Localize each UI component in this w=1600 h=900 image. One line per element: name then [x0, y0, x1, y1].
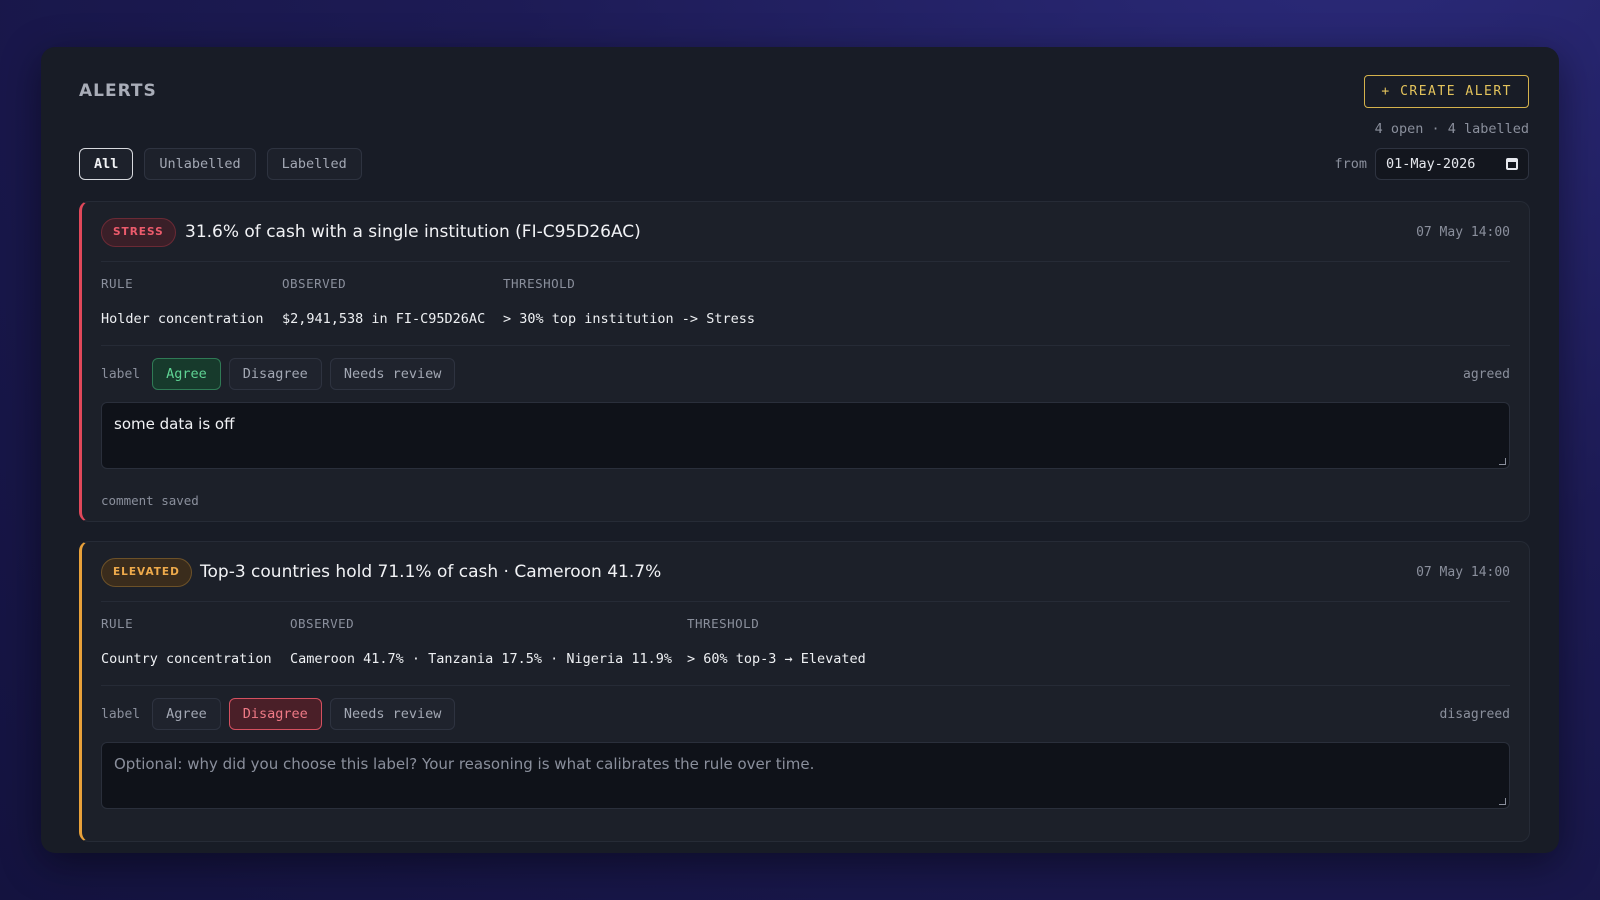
resize-handle[interactable]: [1499, 798, 1506, 805]
alert-card: STRESS 31.6% of cash with a single insti…: [79, 201, 1530, 522]
threshold-column: THRESHOLD > 30% top institution -> Stres…: [503, 276, 755, 327]
label-row: label Agree Disagree Needs review disagr…: [101, 698, 1510, 730]
date-input[interactable]: 01-May-2026: [1375, 148, 1529, 180]
rule-value: Country concentration: [101, 651, 272, 667]
alert-details: RULE Country concentration OBSERVED Came…: [101, 602, 1510, 686]
filter-tabs: All Unlabelled Labelled: [79, 148, 362, 180]
threshold-header: THRESHOLD: [687, 616, 760, 631]
comment-wrap: some data is off: [82, 402, 1529, 469]
label-state: disagreed: [1439, 706, 1510, 722]
alerts-panel: ALERTS + CREATE ALERT 4 open · 4 labelle…: [41, 47, 1559, 853]
filter-all[interactable]: All: [79, 148, 134, 180]
page-title: ALERTS: [79, 81, 157, 101]
alert-counts: 4 open · 4 labelled: [1374, 121, 1529, 137]
comment-wrap: [82, 742, 1529, 809]
label-prefix: label: [101, 706, 141, 722]
observed-value: Cameroon 41.7% · Tanzania 17.5% · Nigeri…: [290, 651, 673, 667]
observed-header: OBSERVED: [290, 616, 355, 631]
from-label: from: [1334, 156, 1367, 172]
calendar-icon[interactable]: [1506, 158, 1518, 170]
alert-header: ELEVATED Top-3 countries hold 71.1% of c…: [101, 542, 1510, 602]
date-value: 01-May-2026: [1386, 156, 1476, 172]
threshold-column: THRESHOLD > 60% top-3 → Elevated: [687, 616, 866, 667]
rule-header: RULE: [101, 276, 134, 291]
alert-title: Top-3 countries hold 71.1% of cash · Cam…: [200, 562, 662, 582]
comment-status: comment saved: [101, 493, 199, 508]
disagree-button[interactable]: Disagree: [228, 358, 322, 390]
alert-timestamp: 07 May 14:00: [1416, 565, 1510, 580]
alert-header: STRESS 31.6% of cash with a single insti…: [101, 202, 1510, 262]
threshold-value: > 30% top institution -> Stress: [503, 311, 755, 327]
label-row: label Agree Disagree Needs review agreed: [101, 358, 1510, 390]
severity-badge: ELEVATED: [101, 558, 192, 587]
alert-timestamp: 07 May 14:00: [1416, 225, 1510, 240]
agree-button[interactable]: Agree: [152, 358, 221, 390]
disagree-button[interactable]: Disagree: [228, 698, 322, 730]
needs-review-button[interactable]: Needs review: [329, 698, 456, 730]
rule-column: RULE Holder concentration: [101, 276, 264, 327]
comment-field[interactable]: [101, 742, 1510, 809]
alert-title: 31.6% of cash with a single institution …: [185, 222, 641, 242]
threshold-value: > 60% top-3 → Elevated: [687, 651, 866, 667]
agree-button[interactable]: Agree: [152, 698, 221, 730]
needs-review-button[interactable]: Needs review: [329, 358, 456, 390]
resize-handle[interactable]: [1499, 458, 1506, 465]
rule-column: RULE Country concentration: [101, 616, 272, 667]
date-filter: from 01-May-2026: [1334, 148, 1529, 180]
filter-unlabelled[interactable]: Unlabelled: [144, 148, 256, 180]
rule-value: Holder concentration: [101, 311, 264, 327]
label-prefix: label: [101, 366, 141, 382]
observed-column: OBSERVED Cameroon 41.7% · Tanzania 17.5%…: [290, 616, 672, 667]
label-state: agreed: [1463, 366, 1510, 382]
comment-field[interactable]: some data is off: [101, 402, 1510, 469]
observed-column: OBSERVED $2,941,538 in FI-C95D26AC: [282, 276, 485, 327]
severity-badge: STRESS: [101, 218, 176, 247]
create-alert-button[interactable]: + CREATE ALERT: [1364, 75, 1529, 108]
rule-header: RULE: [101, 616, 134, 631]
alert-details: RULE Holder concentration OBSERVED $2,94…: [101, 262, 1510, 346]
alert-card: ELEVATED Top-3 countries hold 71.1% of c…: [79, 541, 1530, 842]
filter-labelled[interactable]: Labelled: [266, 148, 362, 180]
observed-value: $2,941,538 in FI-C95D26AC: [282, 311, 486, 327]
observed-header: OBSERVED: [282, 276, 347, 291]
threshold-header: THRESHOLD: [503, 276, 576, 291]
